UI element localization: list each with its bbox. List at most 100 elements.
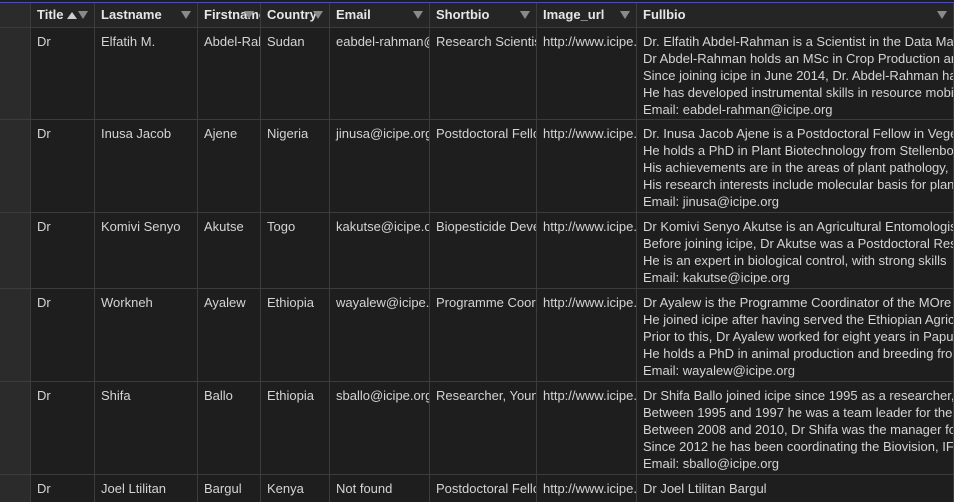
cell-shortbio[interactable]: Postdoctoral Fellow xyxy=(430,120,537,212)
filter-icon[interactable] xyxy=(78,11,88,19)
cell-lastname[interactable]: Workneh xyxy=(95,289,198,381)
cell-lastname[interactable]: Joel Ltilitan xyxy=(95,475,198,502)
column-header-shortbio[interactable]: Shortbio xyxy=(430,3,537,27)
cell-email[interactable]: eabdel-rahman@icipe.org xyxy=(330,28,430,119)
row-gutter[interactable] xyxy=(0,289,31,381)
cell-value: Togo xyxy=(267,219,296,234)
fullbio-line: Email: jinusa@icipe.org xyxy=(643,194,780,209)
row-gutter[interactable] xyxy=(0,213,31,288)
cell-firstname[interactable]: Ajene xyxy=(198,120,261,212)
row-gutter[interactable] xyxy=(0,28,31,119)
cell-country[interactable]: Nigeria xyxy=(261,120,330,212)
column-header-label: Title xyxy=(37,7,64,22)
filter-icon[interactable] xyxy=(520,11,530,19)
cell-shortbio[interactable]: Postdoctoral Fellow xyxy=(430,475,537,502)
cell-lastname[interactable]: Komivi Senyo xyxy=(95,213,198,288)
fullbio-line: He has developed instrumental skills in … xyxy=(643,85,954,100)
row-gutter[interactable] xyxy=(0,120,31,212)
cell-value: Postdoctoral Fellow xyxy=(436,481,536,496)
filter-icon[interactable] xyxy=(244,11,254,19)
column-header-country[interactable]: Country xyxy=(261,3,330,27)
cell-email[interactable]: sballo@icipe.org xyxy=(330,382,430,474)
column-header-firstname[interactable]: Firstname xyxy=(198,3,261,27)
row-gutter[interactable] xyxy=(0,382,31,474)
cell-value: Ayalew xyxy=(204,295,246,310)
cell-fullbio[interactable]: Dr. Elfatih Abdel-Rahman is a Scientist … xyxy=(637,28,954,119)
table-row[interactable]: Dr Inusa Jacob Ajene Nigeria jinusa@icipe.or… xyxy=(0,120,954,213)
sort-ascending-icon[interactable] xyxy=(66,12,77,20)
cell-email[interactable]: wayalew@icipe.org xyxy=(330,289,430,381)
row-gutter[interactable] xyxy=(0,475,31,502)
column-header-label: Shortbio xyxy=(436,7,490,22)
cell-fullbio[interactable]: Dr Ayalew is the Programme Coordinator o… xyxy=(637,289,954,381)
cell-value: http://www.icipe.org xyxy=(543,295,637,310)
cell-title[interactable]: Dr xyxy=(31,382,95,474)
cell-value: Dr xyxy=(37,295,51,310)
column-header-label: Email xyxy=(336,7,371,22)
cell-value: http://www.icipe.org xyxy=(543,34,637,49)
cell-firstname[interactable]: Abdel-Rahman xyxy=(198,28,261,119)
table-row[interactable]: Dr Shifa Ballo Ethiopia sballo@icipe.org Rese… xyxy=(0,382,954,475)
cell-country[interactable]: Kenya xyxy=(261,475,330,502)
cell-image_url[interactable]: http://www.icipe.org xyxy=(537,120,637,212)
table-row[interactable]: Dr Joel Ltilitan Bargul Kenya Not found Postd… xyxy=(0,475,954,502)
cell-firstname[interactable]: Akutse xyxy=(198,213,261,288)
cell-shortbio[interactable]: Biopesticide Development xyxy=(430,213,537,288)
cell-lastname[interactable]: Inusa Jacob xyxy=(95,120,198,212)
cell-image_url[interactable]: http://www.icipe.org xyxy=(537,382,637,474)
table-row[interactable]: Dr Workneh Ayalew Ethiopia wayalew@icipe.org… xyxy=(0,289,954,382)
cell-value: Ethiopia xyxy=(267,388,314,403)
cell-title[interactable]: Dr xyxy=(31,120,95,212)
filter-icon[interactable] xyxy=(181,11,191,19)
cell-email[interactable]: jinusa@icipe.org xyxy=(330,120,430,212)
cell-fullbio[interactable]: Dr Shifa Ballo joined icipe since 1995 a… xyxy=(637,382,954,474)
cell-fullbio[interactable]: Dr Joel Ltilitan Bargul xyxy=(637,475,954,502)
table-row[interactable]: Dr Komivi Senyo Akutse Togo kakutse@icipe.or… xyxy=(0,213,954,289)
fullbio-line: His research interests include molecular… xyxy=(643,177,954,192)
cell-lastname[interactable]: Elfatih M. xyxy=(95,28,198,119)
cell-image_url[interactable]: http://www.icipe.org xyxy=(537,289,637,381)
column-header-email[interactable]: Email xyxy=(330,3,430,27)
cell-title[interactable]: Dr xyxy=(31,28,95,119)
cell-shortbio[interactable]: Programme Coordinator xyxy=(430,289,537,381)
filter-icon[interactable] xyxy=(413,11,423,19)
cell-value: Ballo xyxy=(204,388,233,403)
cell-country[interactable]: Sudan xyxy=(261,28,330,119)
fullbio-line: Email: eabdel-rahman@icipe.org xyxy=(643,102,833,117)
cell-country[interactable]: Togo xyxy=(261,213,330,288)
cell-value: Workneh xyxy=(101,295,153,310)
cell-image_url[interactable]: http://www.icipe.org xyxy=(537,28,637,119)
fullbio-line: Before joining icipe, Dr Akutse was a Po… xyxy=(643,236,953,251)
cell-fullbio[interactable]: Dr Komivi Senyo Akutse is an Agricultura… xyxy=(637,213,954,288)
column-header-title[interactable]: Title xyxy=(31,3,95,27)
cell-title[interactable]: Dr xyxy=(31,289,95,381)
cell-country[interactable]: Ethiopia xyxy=(261,382,330,474)
cell-shortbio[interactable]: Research Scientist xyxy=(430,28,537,119)
header-gutter xyxy=(0,3,31,27)
fullbio-line: He is an expert in biological control, w… xyxy=(643,253,947,268)
filter-icon[interactable] xyxy=(620,11,630,19)
fullbio-line: Between 1995 and 1997 he was a team lead… xyxy=(643,405,953,420)
cell-image_url[interactable]: http://www.icipe.org xyxy=(537,213,637,288)
column-header-lastname[interactable]: Lastname xyxy=(95,3,198,27)
cell-value: Dr xyxy=(37,126,51,141)
cell-image_url[interactable]: http://www.icipe.org xyxy=(537,475,637,502)
cell-country[interactable]: Ethiopia xyxy=(261,289,330,381)
column-header-image_url[interactable]: Image_url xyxy=(537,3,637,27)
cell-value: http://www.icipe.org xyxy=(543,388,637,403)
table-row[interactable]: Dr Elfatih M. Abdel-Rahman Sudan eabdel-rahm… xyxy=(0,28,954,120)
cell-firstname[interactable]: Bargul xyxy=(198,475,261,502)
cell-title[interactable]: Dr xyxy=(31,213,95,288)
cell-firstname[interactable]: Ballo xyxy=(198,382,261,474)
cell-shortbio[interactable]: Researcher, Young xyxy=(430,382,537,474)
cell-lastname[interactable]: Shifa xyxy=(95,382,198,474)
cell-email[interactable]: Not found xyxy=(330,475,430,502)
cell-value: kakutse@icipe.org xyxy=(336,219,429,234)
cell-email[interactable]: kakutse@icipe.org xyxy=(330,213,430,288)
cell-firstname[interactable]: Ayalew xyxy=(198,289,261,381)
filter-icon[interactable] xyxy=(937,11,947,19)
cell-title[interactable]: Dr xyxy=(31,475,95,502)
cell-fullbio[interactable]: Dr. Inusa Jacob Ajene is a Postdoctoral … xyxy=(637,120,954,212)
column-header-fullbio[interactable]: Fullbio xyxy=(637,3,954,27)
filter-icon[interactable] xyxy=(313,11,323,19)
